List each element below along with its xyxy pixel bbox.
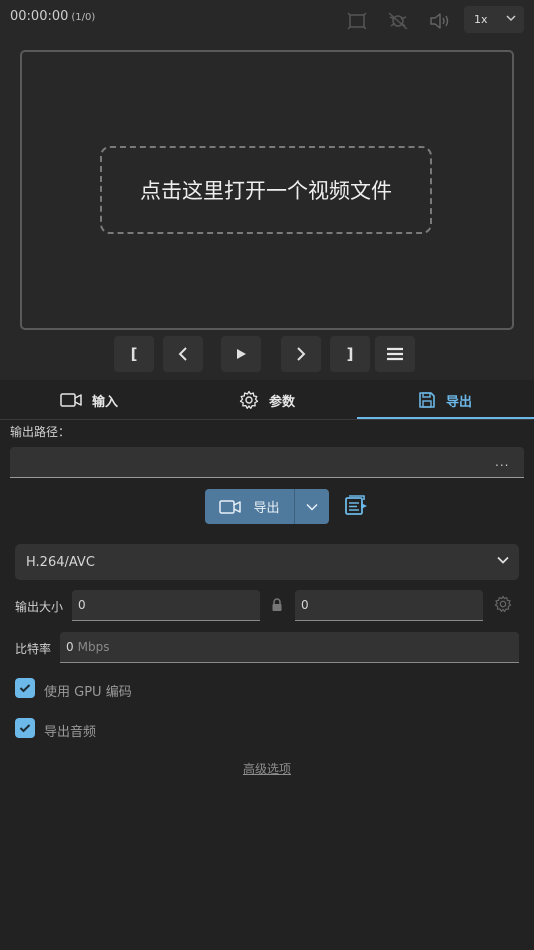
bitrate-value: 0 bbox=[66, 640, 74, 654]
active-tab-indicator bbox=[357, 417, 534, 419]
bitrate-input[interactable]: 0 Mbps bbox=[60, 632, 519, 663]
menu-button[interactable] bbox=[375, 336, 415, 372]
output-height-value: 0 bbox=[301, 598, 309, 612]
output-path-label: 输出路径： bbox=[10, 425, 71, 439]
disabled-transform-icon[interactable] bbox=[387, 10, 409, 32]
gpu-encoding-checkbox[interactable] bbox=[15, 678, 35, 698]
export-button[interactable]: 导出 bbox=[205, 497, 294, 516]
mark-out-label: ] bbox=[346, 345, 354, 363]
codec-select[interactable]: H.264/AVC bbox=[15, 544, 519, 580]
chevron-right-icon bbox=[297, 347, 306, 361]
video-camera-icon bbox=[219, 499, 242, 514]
play-button[interactable] bbox=[221, 336, 261, 372]
tab-export[interactable]: 导出 bbox=[356, 380, 534, 420]
hamburger-menu-icon bbox=[387, 347, 403, 361]
tab-parameters-label: 参数 bbox=[268, 394, 295, 410]
size-settings-gear-icon[interactable] bbox=[494, 595, 512, 613]
tab-input-label: 输入 bbox=[91, 394, 118, 410]
advanced-options-link[interactable]: 高级选项 bbox=[243, 760, 291, 777]
codec-value: H.264/AVC bbox=[26, 554, 95, 570]
export-audio-checkbox[interactable] bbox=[15, 718, 35, 738]
video-camera-icon bbox=[60, 393, 82, 407]
chevron-left-icon bbox=[178, 347, 187, 361]
mark-in-button[interactable]: [ bbox=[114, 336, 154, 372]
aspect-lock-icon[interactable] bbox=[271, 598, 283, 612]
output-width-value: 0 bbox=[78, 598, 86, 612]
frame-counter: (1/0) bbox=[71, 12, 96, 23]
crop-icon[interactable] bbox=[346, 10, 368, 32]
speed-value: 1x bbox=[474, 13, 488, 26]
output-path-input[interactable] bbox=[10, 447, 524, 478]
open-video-label: 点击这里打开一个视频文件 bbox=[140, 179, 392, 203]
gpu-encoding-label: 使用 GPU 编码 bbox=[44, 685, 132, 700]
bitrate-label: 比特率 bbox=[15, 642, 52, 656]
tab-input[interactable]: 输入 bbox=[0, 380, 178, 420]
export-options-dropdown[interactable] bbox=[295, 503, 329, 511]
gear-icon bbox=[239, 390, 259, 409]
mark-out-button[interactable]: ] bbox=[330, 336, 370, 372]
open-video-dropzone[interactable]: 点击这里打开一个视频文件 bbox=[100, 146, 432, 234]
chevron-down-icon bbox=[506, 14, 516, 22]
volume-icon[interactable] bbox=[429, 10, 451, 32]
play-icon bbox=[237, 349, 246, 359]
playback-speed-select[interactable]: 1x bbox=[464, 6, 524, 33]
timecode-value: 00:00:00 bbox=[10, 9, 69, 24]
tab-export-label: 导出 bbox=[445, 394, 472, 410]
output-height-input[interactable]: 0 bbox=[295, 590, 483, 621]
tab-parameters[interactable]: 参数 bbox=[178, 380, 356, 420]
export-button-label: 导出 bbox=[253, 501, 280, 516]
batch-queue-icon[interactable] bbox=[344, 495, 368, 517]
export-audio-label: 导出音频 bbox=[44, 725, 97, 740]
output-width-input[interactable]: 0 bbox=[72, 590, 260, 621]
previous-frame-button[interactable] bbox=[163, 336, 203, 372]
next-frame-button[interactable] bbox=[281, 336, 321, 372]
checkmark-icon bbox=[19, 724, 31, 733]
save-icon bbox=[419, 392, 435, 408]
browse-path-button[interactable]: ... bbox=[495, 455, 509, 469]
mark-in-label: [ bbox=[130, 345, 138, 363]
bitrate-unit: Mbps bbox=[77, 640, 110, 654]
export-split-button: 导出 bbox=[205, 489, 329, 524]
timecode: 00:00:00 (1/0) bbox=[10, 9, 95, 24]
checkmark-icon bbox=[19, 684, 31, 693]
chevron-down-icon bbox=[497, 556, 509, 564]
output-size-label: 输出大小 bbox=[15, 600, 64, 614]
chevron-down-icon bbox=[306, 503, 318, 511]
